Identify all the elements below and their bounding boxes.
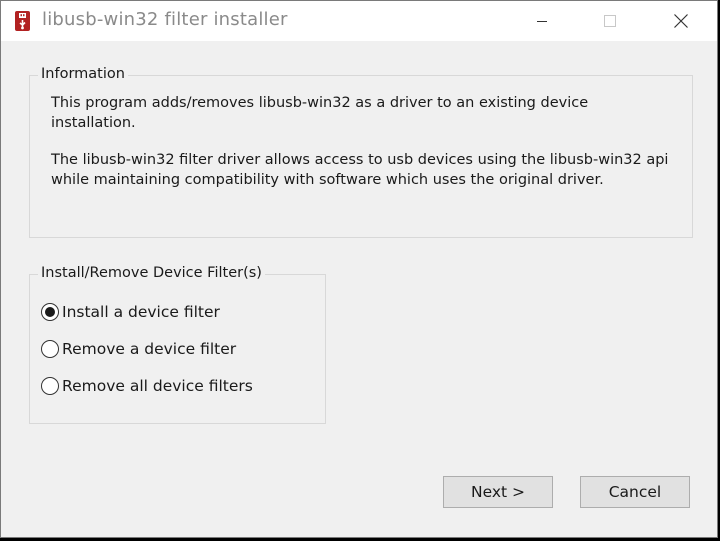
install-filter-label[interactable]: Install a device filter [62, 303, 220, 321]
maximize-button[interactable] [587, 1, 633, 41]
title-bar[interactable]: libusb-win32 filter installer [1, 1, 717, 41]
radio-button[interactable] [41, 340, 59, 358]
maximize-icon [603, 14, 617, 28]
info-line: The libusb-win32 filter driver allows ac… [51, 152, 669, 168]
cancel-button[interactable]: Cancel [580, 476, 690, 508]
install-filter-option[interactable]: Install a device filter [41, 303, 220, 321]
remove-filter-label[interactable]: Remove a device filter [62, 340, 236, 358]
info-paragraph-1: This program adds/removes libusb-win32 a… [51, 93, 676, 133]
radio-button[interactable] [41, 303, 59, 321]
next-button[interactable]: Next > [443, 476, 553, 508]
info-line: installation. [51, 115, 136, 131]
radio-selected-dot [45, 307, 55, 317]
close-icon [673, 13, 689, 29]
radio-button[interactable] [41, 377, 59, 395]
filter-legend: Install/Remove Device Filter(s) [38, 265, 265, 281]
info-line: This program adds/removes libusb-win32 a… [51, 95, 589, 111]
usb-driver-icon [14, 10, 31, 32]
minimize-icon [536, 15, 548, 27]
info-paragraph-2: The libusb-win32 filter driver allows ac… [51, 150, 676, 190]
information-legend: Information [38, 66, 128, 82]
window-title: libusb-win32 filter installer [42, 9, 288, 30]
info-line: while maintaining compatibility with sof… [51, 172, 604, 188]
remove-all-filters-label[interactable]: Remove all device filters [62, 377, 253, 395]
close-button[interactable] [658, 1, 704, 41]
minimize-button[interactable] [519, 1, 565, 41]
remove-filter-option[interactable]: Remove a device filter [41, 340, 236, 358]
filter-groupbox: Install/Remove Device Filter(s) Install … [29, 265, 326, 424]
information-groupbox: Information This program adds/removes li… [29, 66, 693, 238]
installer-window: libusb-win32 filter installer Informatio… [0, 0, 718, 538]
remove-all-filters-option[interactable]: Remove all device filters [41, 377, 253, 395]
